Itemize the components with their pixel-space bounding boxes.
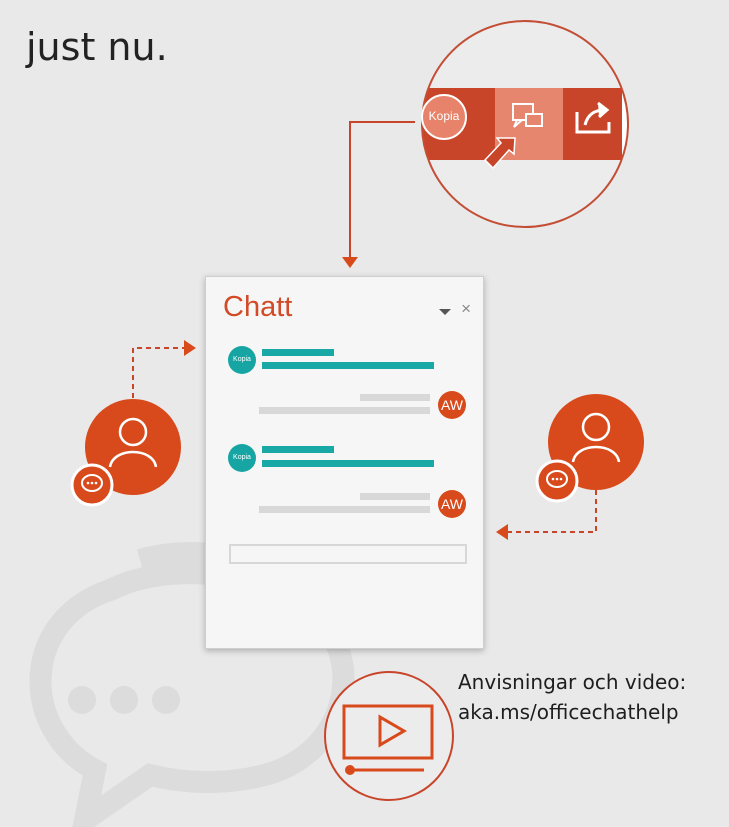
kopia-avatar-label: Kopia bbox=[428, 109, 460, 123]
background-dots bbox=[68, 686, 180, 714]
message-line bbox=[360, 493, 430, 500]
message-line bbox=[262, 446, 334, 453]
message-avatar: Kopia bbox=[228, 346, 256, 374]
connector-line bbox=[349, 121, 415, 260]
help-line-1: Anvisningar och video: bbox=[458, 670, 687, 694]
right-user bbox=[496, 394, 644, 540]
chat-title: Chatt bbox=[223, 291, 293, 323]
message-line bbox=[262, 460, 434, 467]
toolbar-callout bbox=[421, 20, 629, 228]
message-line bbox=[360, 394, 430, 401]
message-line bbox=[262, 362, 434, 369]
message-avatar: AW bbox=[438, 490, 466, 518]
help-text: Anvisningar och video: aka.ms/officechat… bbox=[458, 667, 686, 727]
help-link[interactable]: aka.ms/officechathelp bbox=[458, 697, 686, 727]
message-avatar: AW bbox=[438, 391, 466, 419]
connector-arrowhead bbox=[342, 257, 358, 268]
chat-panel: Chatt × Kopia AW Kopia AW bbox=[205, 276, 484, 649]
message-avatar: Kopia bbox=[228, 444, 256, 472]
message-line bbox=[259, 506, 430, 513]
video-help-icon bbox=[324, 671, 454, 801]
left-user bbox=[70, 340, 196, 507]
chevron-down-icon[interactable] bbox=[439, 309, 451, 315]
chat-message-input[interactable] bbox=[229, 544, 467, 564]
close-icon[interactable]: × bbox=[461, 299, 471, 319]
message-line bbox=[259, 407, 430, 414]
message-line bbox=[262, 349, 334, 356]
